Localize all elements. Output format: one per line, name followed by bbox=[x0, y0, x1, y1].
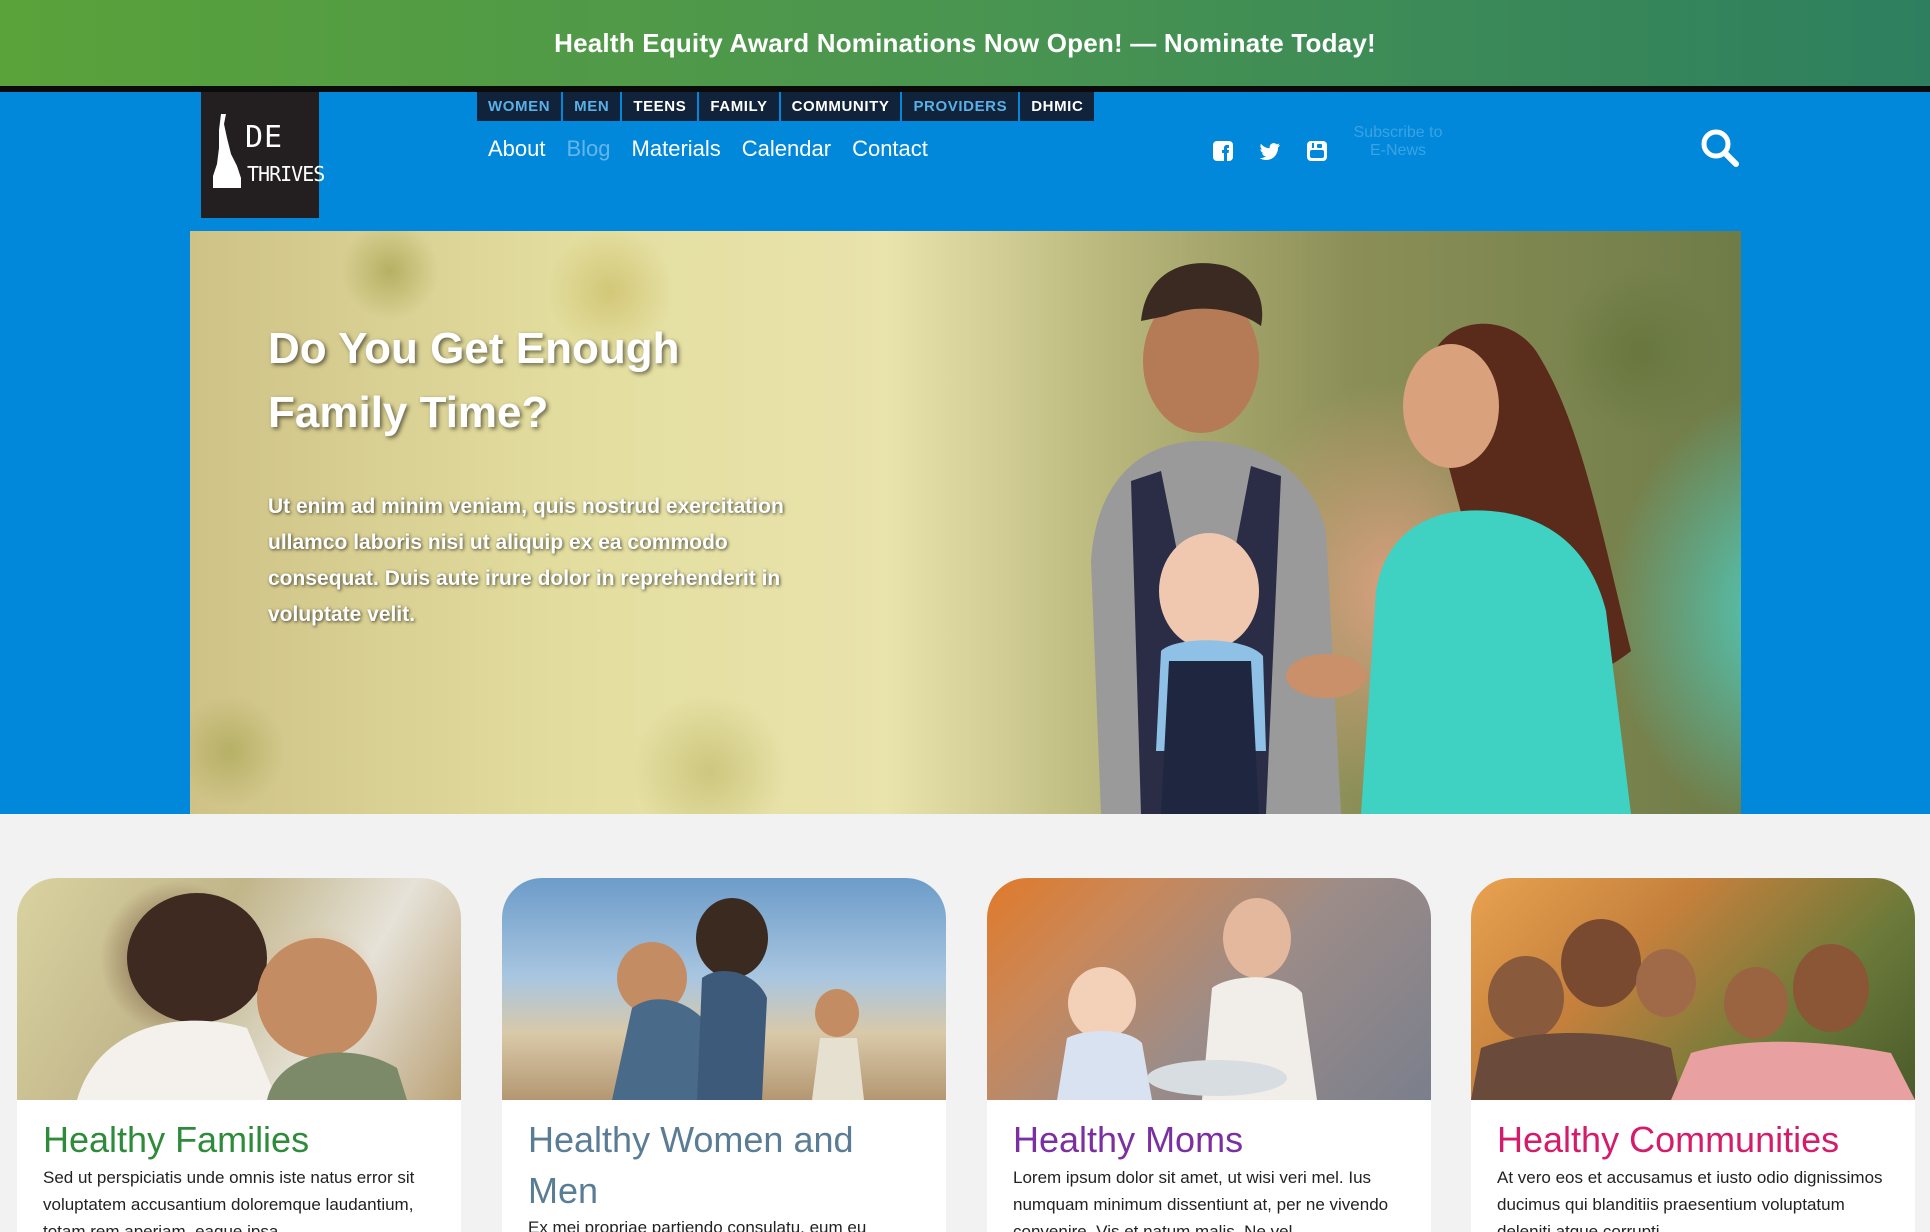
hero-title-line1: Do You Get Enough bbox=[268, 324, 680, 373]
nav-materials[interactable]: Materials bbox=[632, 136, 721, 162]
card-text: Lorem ipsum dolor sit amet, ut wisi veri… bbox=[1013, 1168, 1389, 1232]
search-icon[interactable] bbox=[1700, 128, 1740, 168]
card-image bbox=[17, 878, 461, 1100]
card-healthy-moms[interactable]: Healthy Moms Lorem ipsum dolor sit amet,… bbox=[987, 878, 1431, 1232]
hero-title-line2: Family Time? bbox=[268, 388, 549, 437]
banner-text[interactable]: Health Equity Award Nominations Now Open… bbox=[554, 28, 1376, 59]
card-healthy-families[interactable]: Healthy Families Sed ut perspiciatis und… bbox=[17, 878, 461, 1232]
delaware-state-icon bbox=[213, 114, 241, 188]
nav-calendar[interactable]: Calendar bbox=[742, 136, 831, 162]
audience-tab-family[interactable]: FAMILY bbox=[699, 92, 781, 121]
audience-nav: WOMEN MEN TEENS FAMILY COMMUNITY PROVIDE… bbox=[477, 92, 1095, 121]
card-healthy-women-and-men[interactable]: Healthy Women and Men Ex mei propriae pa… bbox=[502, 878, 946, 1232]
card-title[interactable]: Healthy Moms bbox=[1013, 1114, 1403, 1165]
audience-tab-dhmic[interactable]: DHMIC bbox=[1020, 92, 1095, 121]
main-nav: About Blog Materials Calendar Contact bbox=[488, 136, 928, 162]
audience-tab-women[interactable]: WOMEN bbox=[477, 92, 564, 121]
card-photo bbox=[1471, 919, 1915, 1100]
subscribe-link[interactable]: Subscribe to E-News bbox=[1352, 124, 1444, 160]
facebook-icon[interactable] bbox=[1212, 140, 1234, 162]
audience-tab-providers[interactable]: PROVIDERS bbox=[902, 92, 1021, 121]
card-image bbox=[1471, 878, 1915, 1100]
card-photo bbox=[1057, 898, 1317, 1100]
card-image bbox=[502, 878, 946, 1100]
card-photo bbox=[77, 893, 407, 1100]
card-title[interactable]: Healthy Families bbox=[43, 1114, 433, 1165]
audience-tab-community[interactable]: COMMUNITY bbox=[780, 92, 903, 121]
nav-contact[interactable]: Contact bbox=[852, 136, 928, 162]
card-healthy-communities[interactable]: Healthy Communities At vero eos et accus… bbox=[1471, 878, 1915, 1232]
hero-banner[interactable]: Do You Get Enough Family Time? Ut enim a… bbox=[190, 231, 1741, 814]
card-text: At vero eos et accusamus et iusto odio d… bbox=[1497, 1168, 1883, 1232]
youtube-icon[interactable] bbox=[1306, 140, 1328, 162]
card-photo bbox=[612, 898, 864, 1100]
logo-line2: THRIVES bbox=[247, 162, 325, 186]
hero-title: Do You Get Enough Family Time? bbox=[268, 317, 828, 445]
card-text: Sed ut perspiciatis unde omnis iste natu… bbox=[43, 1168, 415, 1232]
card-image bbox=[987, 878, 1431, 1100]
announcement-banner[interactable]: Health Equity Award Nominations Now Open… bbox=[0, 0, 1930, 86]
logo[interactable]: DE THRIVES bbox=[201, 92, 325, 218]
card-text: Ex mei propriae partiendo consulatu, eum… bbox=[528, 1218, 867, 1232]
card-title[interactable]: Healthy Communities bbox=[1497, 1114, 1887, 1165]
card-title[interactable]: Healthy Women and Men bbox=[528, 1114, 918, 1216]
audience-tab-teens[interactable]: TEENS bbox=[622, 92, 700, 121]
nav-about[interactable]: About bbox=[488, 136, 546, 162]
nav-blog[interactable]: Blog bbox=[567, 136, 611, 162]
hero-body: Ut enim ad minim veniam, quis nostrud ex… bbox=[268, 495, 784, 626]
twitter-icon[interactable] bbox=[1259, 140, 1281, 162]
audience-tab-men[interactable]: MEN bbox=[563, 92, 623, 121]
logo-line1: DE bbox=[245, 120, 284, 155]
family-photo bbox=[1091, 263, 1631, 814]
